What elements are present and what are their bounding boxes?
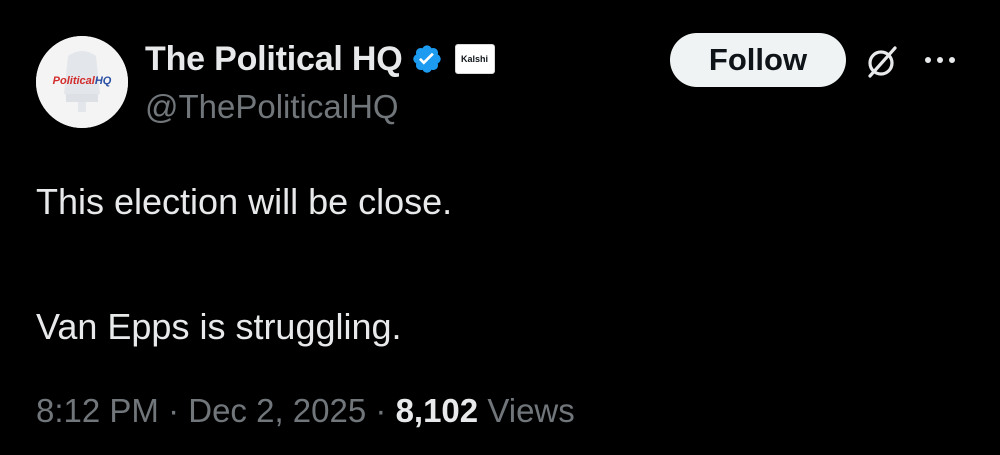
svg-text:PoliticalHQ: PoliticalHQ — [53, 75, 112, 87]
meta-separator: · — [168, 392, 180, 429]
views-count[interactable]: 8,102 — [396, 392, 479, 429]
avatar-logo-icon: PoliticalHQ — [36, 36, 128, 128]
follow-button[interactable]: Follow — [670, 33, 846, 87]
meta-separator: · — [375, 392, 387, 429]
verified-badge-icon[interactable] — [411, 43, 443, 75]
post-date[interactable]: Dec 2, 2025 — [188, 392, 366, 429]
tweet-metadata: 8:12 PM · Dec 2, 2025 · 8,102 Views — [36, 392, 575, 430]
author-name-row: The Political HQ Kalshi — [145, 36, 495, 82]
avatar[interactable]: PoliticalHQ — [36, 36, 128, 128]
affiliate-badge[interactable]: Kalshi — [454, 44, 495, 74]
grok-icon[interactable] — [862, 42, 902, 82]
tweet-text-line: This election will be close. — [36, 181, 453, 222]
tweet-text-line: Van Epps is struggling. — [36, 306, 402, 347]
affiliate-label: Kalshi — [461, 54, 489, 64]
views-label: Views — [487, 392, 575, 429]
post-time[interactable]: 8:12 PM — [36, 392, 159, 429]
author-handle[interactable]: @ThePoliticalHQ — [145, 88, 399, 126]
more-options-icon[interactable] — [920, 50, 960, 70]
tweet-card: PoliticalHQ The Political HQ Kalshi @The… — [0, 0, 1000, 455]
display-name[interactable]: The Political HQ — [145, 40, 403, 79]
